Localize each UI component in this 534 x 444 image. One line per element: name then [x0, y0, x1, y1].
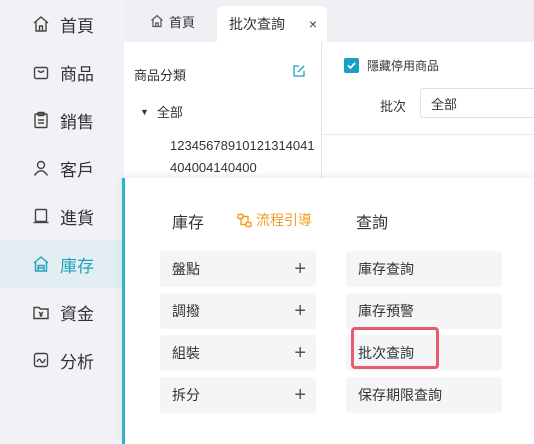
sidebar-item-analysis[interactable]: 分析 — [0, 336, 124, 384]
sidebar-item-label: 資金 — [60, 304, 94, 324]
sidebar-item-label: 庫存 — [60, 256, 94, 276]
sidebar-item-home[interactable]: 首頁 — [0, 0, 124, 48]
query-heading: 查詢 — [356, 215, 389, 232]
hide-disabled-checkbox[interactable]: 隱藏停用商品 — [344, 57, 439, 74]
clipboard-icon — [32, 111, 50, 129]
inventory-menu: 庫存 流程引導 查詢 盤點 + 調撥 + 組裝 + 拆分 + 庫存查詢 庫存預警… — [122, 178, 534, 444]
category-title: 商品分類 — [134, 68, 187, 83]
sidebar-item-label: 客戶 — [60, 160, 94, 180]
flow-icon — [237, 213, 252, 227]
menu-item-expiry-query[interactable]: 保存期限查詢 — [346, 377, 502, 413]
sidebar-item-label: 銷售 — [60, 112, 94, 132]
sidebar-item-label: 商品 — [60, 64, 94, 84]
highlight-box — [351, 327, 439, 369]
home-icon — [151, 14, 163, 28]
menu-item-label: 保存期限查詢 — [358, 387, 442, 403]
tab-home[interactable]: 首頁 — [150, 7, 195, 35]
tab-label: 批次查詢 — [229, 16, 285, 32]
menu-item-label: 庫存查詢 — [358, 261, 414, 277]
batch-select-value: 全部 — [431, 96, 458, 112]
tree-root-label: 全部 — [156, 105, 183, 120]
edit-icon[interactable] — [292, 64, 306, 78]
warehouse-icon — [32, 255, 50, 273]
caret-down-icon: ▼ — [140, 106, 149, 117]
menu-item-stocktake[interactable]: 盤點 + — [160, 251, 316, 287]
sidebar-item-label: 分析 — [60, 352, 94, 372]
menu-item-assembly[interactable]: 組裝 + — [160, 335, 316, 371]
sidebar-item-products[interactable]: 商品 — [0, 48, 124, 96]
tree-child[interactable]: 12345678910121314041404004140400 — [170, 135, 320, 179]
purchase-icon — [32, 207, 50, 225]
menu-item-label: 調撥 — [172, 303, 200, 319]
batch-select[interactable]: 全部 — [420, 88, 534, 118]
plus-icon[interactable]: + — [294, 300, 306, 323]
menu-item-label: 盤點 — [172, 261, 200, 277]
menu-item-stock-alert[interactable]: 庫存預警 — [346, 293, 502, 329]
sidebar-item-label: 進貨 — [60, 208, 94, 228]
sidebar: 首頁 商品 銷售 客戶 進貨 庫存 資金 分析 — [0, 0, 124, 444]
plus-icon[interactable]: + — [294, 258, 306, 281]
menu-item-label: 庫存預警 — [358, 303, 414, 319]
flow-guide-label: 流程引導 — [256, 212, 312, 228]
chart-icon — [32, 351, 50, 369]
wallet-icon — [32, 303, 50, 321]
menu-item-label: 拆分 — [172, 387, 200, 403]
sidebar-item-funds[interactable]: 資金 — [0, 288, 124, 336]
plus-icon[interactable]: + — [294, 384, 306, 407]
batch-label: 批次 — [380, 99, 407, 114]
menu-item-stock-query[interactable]: 庫存查詢 — [346, 251, 502, 287]
tree-root[interactable]: ▼ 全部 — [140, 102, 183, 121]
inventory-heading: 庫存 — [172, 215, 205, 232]
category-panel: 商品分類 ▼ 全部 123456789101213140414040041404… — [124, 42, 322, 180]
sidebar-item-sales[interactable]: 銷售 — [0, 96, 124, 144]
user-icon — [32, 159, 50, 177]
menu-item-transfer[interactable]: 調撥 + — [160, 293, 316, 329]
checkbox-checked-icon[interactable] — [344, 58, 359, 73]
divider — [322, 134, 534, 135]
menu-item-label: 組裝 — [172, 345, 200, 361]
bag-icon — [32, 63, 50, 81]
sidebar-item-customers[interactable]: 客戶 — [0, 144, 124, 192]
close-icon[interactable]: × — [309, 16, 317, 32]
tab-bar: 首頁 批次查詢 × — [124, 0, 534, 42]
menu-item-disassembly[interactable]: 拆分 + — [160, 377, 316, 413]
flow-guide-link[interactable]: 流程引導 — [237, 210, 312, 230]
sidebar-item-purchasing[interactable]: 進貨 — [0, 192, 124, 240]
hide-disabled-label: 隱藏停用商品 — [367, 59, 440, 73]
plus-icon[interactable]: + — [294, 342, 306, 365]
home-icon — [32, 15, 50, 33]
tab-batch-query[interactable]: 批次查詢 × — [217, 6, 327, 42]
tab-label: 首頁 — [169, 14, 196, 30]
sidebar-item-label: 首頁 — [60, 16, 94, 36]
sidebar-item-inventory[interactable]: 庫存 — [0, 240, 124, 288]
